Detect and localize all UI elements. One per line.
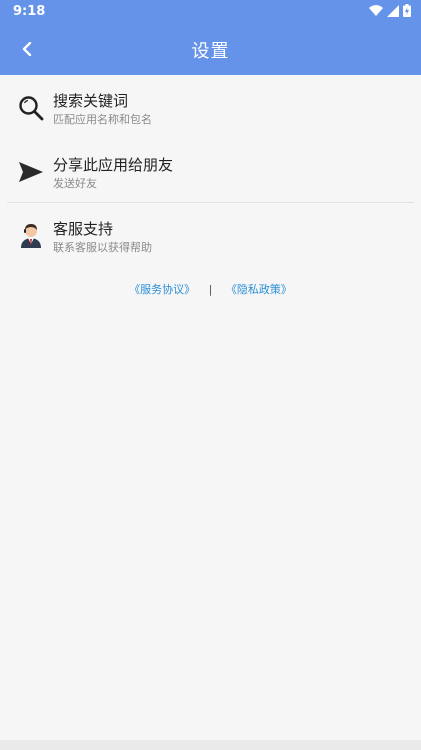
support-agent-icon [21, 224, 41, 248]
links-separator: | [208, 283, 213, 296]
settings-item-share[interactable]: 分享此应用给朋友 发送好友 [0, 144, 421, 204]
settings-item-label: 客服支持 [53, 220, 114, 238]
system-nav-bar [0, 740, 421, 750]
search-icon [19, 96, 44, 121]
battery-icon [403, 4, 411, 17]
app-header: 9:18 设置 [0, 0, 421, 75]
service-agreement-link[interactable]: 《服务协议》 [129, 283, 195, 296]
signal-icon [387, 4, 399, 17]
wifi-icon [369, 4, 383, 16]
settings-item-subtitle: 发送好友 [53, 177, 97, 190]
settings-item-subtitle: 匹配应用名称和包名 [53, 113, 152, 126]
divider [7, 202, 414, 203]
privacy-policy-link[interactable]: 《隐私政策》 [226, 283, 292, 296]
settings-item-label: 分享此应用给朋友 [53, 156, 174, 174]
settings-item-label: 搜索关键词 [53, 92, 129, 110]
page-title: 设置 [191, 41, 230, 62]
status-icons [369, 4, 411, 17]
settings-item-subtitle: 联系客服以获得帮助 [53, 241, 152, 254]
settings-item-search[interactable]: 搜索关键词 匹配应用名称和包名 [0, 80, 421, 140]
legal-links: 《服务协议》 | 《隐私政策》 [0, 281, 421, 297]
status-time: 9:18 [13, 4, 46, 19]
send-icon [19, 162, 43, 182]
settings-item-support[interactable]: 客服支持 联系客服以获得帮助 [0, 208, 421, 268]
